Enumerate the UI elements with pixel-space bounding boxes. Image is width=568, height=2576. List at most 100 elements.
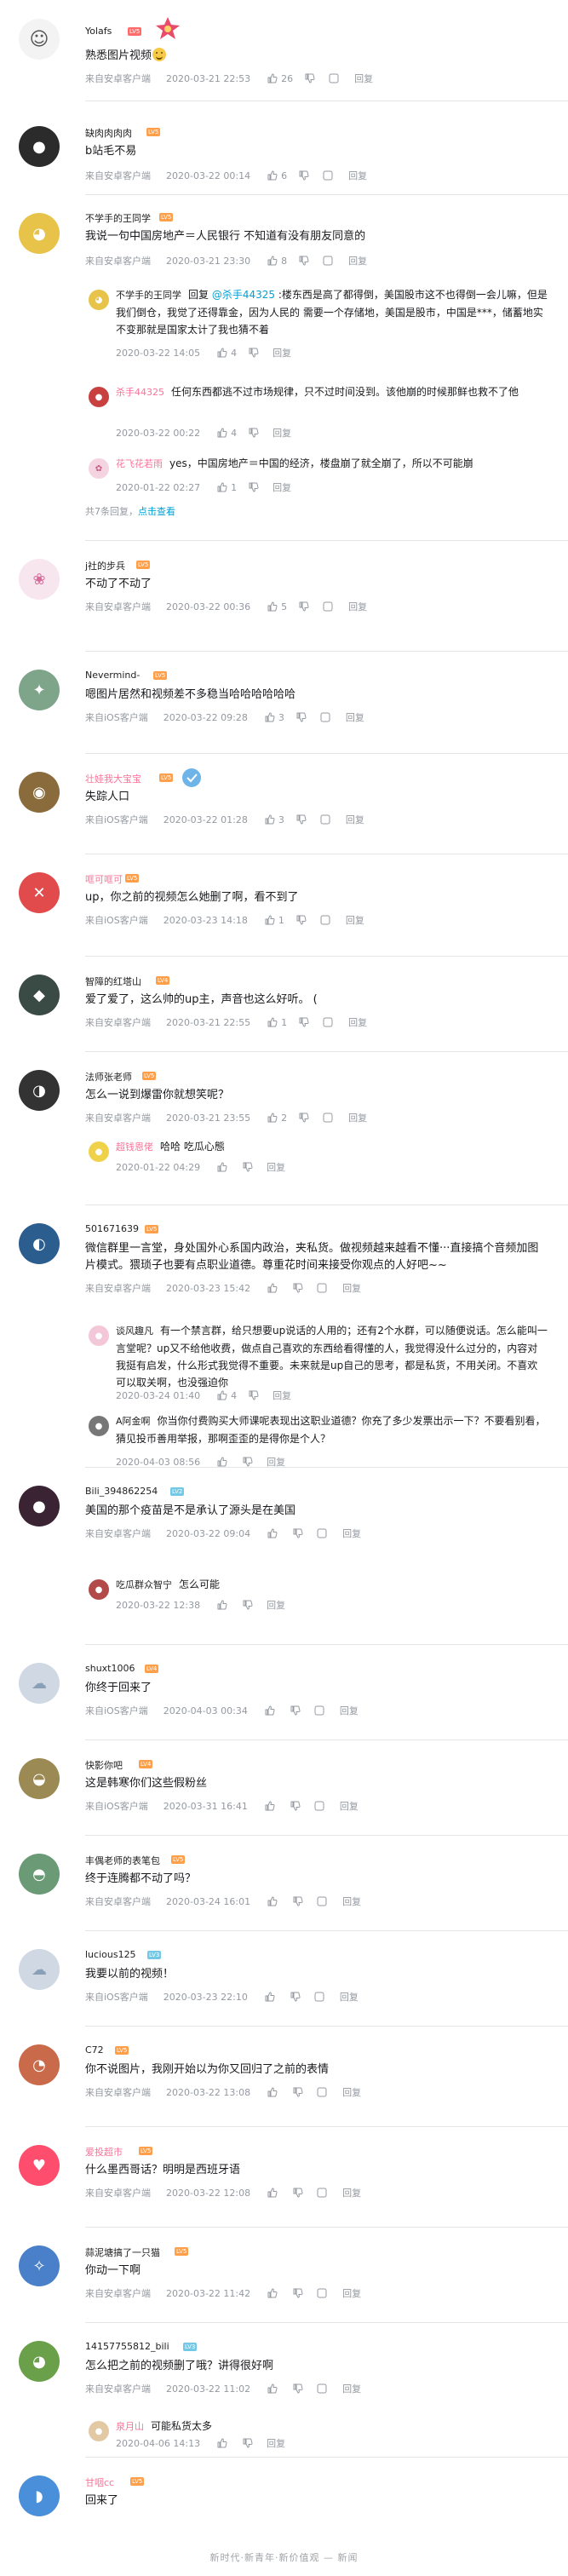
user-name[interactable]: Nevermind- — [85, 670, 140, 681]
user-name[interactable]: 14157755812_bili — [85, 2341, 169, 2352]
user-avatar[interactable]: ✧ — [19, 2245, 60, 2286]
dislike-button[interactable] — [296, 712, 307, 722]
reply-user-name[interactable]: 不学手的王同学 — [116, 290, 181, 301]
reply-button[interactable]: 回复 — [348, 169, 367, 182]
user-name[interactable]: 爱投超市 — [85, 2145, 123, 2159]
user-avatar[interactable]: ◗ — [19, 2475, 60, 2516]
user-name[interactable]: j社的步兵 — [85, 559, 125, 572]
share-button[interactable] — [323, 256, 333, 266]
dislike-button[interactable] — [243, 1162, 253, 1172]
reply-avatar[interactable]: ● — [89, 2421, 109, 2441]
reply-button[interactable]: 回复 — [348, 1015, 367, 1029]
dislike-button[interactable] — [296, 915, 307, 925]
user-name[interactable]: 法师张老师 — [85, 1070, 132, 1084]
user-avatar[interactable]: ✦ — [19, 670, 60, 710]
dislike-button[interactable] — [249, 428, 259, 438]
dislike-button[interactable] — [290, 1801, 301, 1811]
dislike-button[interactable] — [249, 348, 259, 358]
share-button[interactable] — [317, 2087, 327, 2097]
user-avatar[interactable]: ☁ — [19, 1663, 60, 1704]
reply-button[interactable]: 回复 — [267, 1160, 285, 1174]
reply-button[interactable]: 回复 — [342, 1527, 361, 1540]
reply-button[interactable]: 回复 — [342, 2286, 361, 2300]
like-button[interactable] — [265, 1801, 278, 1811]
share-button[interactable] — [314, 1992, 324, 2002]
user-name[interactable]: 蒜泥塘搞了一只猫 — [85, 2245, 160, 2259]
user-avatar[interactable]: ❀ — [19, 559, 60, 600]
like-button[interactable] — [267, 1896, 281, 1906]
dislike-button[interactable] — [293, 1283, 303, 1293]
reply-user-name[interactable]: 超钱恩佬 — [116, 1141, 153, 1153]
like-button[interactable]: 5 — [267, 601, 287, 612]
user-avatar[interactable]: ◐ — [19, 1223, 60, 1264]
user-name[interactable]: 壮娃我大宝宝 — [85, 772, 141, 785]
user-name[interactable]: 不学手的王同学 — [85, 211, 151, 225]
reply-button[interactable]: 回复 — [340, 1990, 359, 2004]
reply-button[interactable]: 回复 — [340, 1704, 359, 1717]
user-avatar[interactable]: ☁ — [19, 1949, 60, 1990]
user-avatar[interactable]: ◕ — [19, 2341, 60, 2382]
user-avatar[interactable]: ● — [19, 126, 60, 167]
reply-avatar[interactable]: ● — [89, 387, 109, 407]
user-avatar[interactable]: ◑ — [19, 1070, 60, 1111]
like-button[interactable] — [267, 1283, 281, 1293]
reply-button[interactable]: 回复 — [267, 2436, 285, 2450]
like-button[interactable]: 1 — [267, 1017, 287, 1028]
reply-button[interactable]: 回复 — [342, 1281, 361, 1295]
user-avatar[interactable]: ◓ — [19, 1854, 60, 1895]
dislike-button[interactable] — [293, 2383, 303, 2394]
like-button[interactable] — [217, 1162, 231, 1172]
like-button[interactable]: 8 — [267, 256, 287, 267]
reply-avatar[interactable]: ● — [89, 1416, 109, 1436]
reply-user-name[interactable]: 谈风趣凡 — [116, 1325, 153, 1337]
reply-button[interactable]: 回复 — [273, 346, 291, 359]
user-avatar[interactable]: ♥ — [19, 2145, 60, 2186]
reply-button[interactable]: 回复 — [346, 813, 364, 826]
like-button[interactable] — [267, 1528, 281, 1538]
user-avatar[interactable]: ◒ — [19, 1758, 60, 1799]
reply-user-name[interactable]: A阿金啊 — [116, 1416, 151, 1427]
dislike-button[interactable] — [293, 1896, 303, 1906]
like-button[interactable]: 3 — [265, 814, 284, 825]
reply-avatar[interactable]: ● — [89, 1141, 109, 1162]
share-button[interactable] — [317, 2383, 327, 2394]
user-name[interactable]: 缺肉肉肉肉 — [85, 126, 132, 140]
dislike-button[interactable] — [243, 1457, 253, 1467]
share-button[interactable] — [314, 1705, 324, 1716]
share-button[interactable] — [323, 1113, 333, 1123]
like-button[interactable] — [267, 2288, 281, 2298]
view-more-replies-link[interactable]: 点击查看 — [138, 506, 175, 517]
user-name[interactable]: 501671639 — [85, 1223, 139, 1234]
like-button[interactable]: 4 — [217, 348, 237, 359]
dislike-button[interactable] — [290, 1992, 301, 2002]
dislike-button[interactable] — [305, 73, 315, 83]
dislike-button[interactable] — [243, 2438, 253, 2448]
like-button[interactable]: 26 — [267, 73, 293, 84]
user-avatar[interactable]: ◕ — [19, 213, 60, 254]
reply-button[interactable]: 回复 — [273, 426, 291, 440]
like-button[interactable] — [217, 1600, 231, 1610]
like-button[interactable] — [267, 2087, 281, 2097]
share-button[interactable] — [317, 1896, 327, 1906]
share-button[interactable] — [323, 601, 333, 612]
user-avatar[interactable]: ◆ — [19, 975, 60, 1015]
share-button[interactable] — [323, 1017, 333, 1027]
dislike-button[interactable] — [293, 2288, 303, 2298]
like-button[interactable]: 3 — [265, 712, 284, 723]
reply-avatar[interactable]: ● — [89, 1325, 109, 1346]
user-name[interactable]: 哐可哐可 — [85, 872, 123, 886]
user-avatar[interactable]: ● — [19, 1486, 60, 1527]
like-button[interactable]: 4 — [217, 428, 237, 439]
reply-button[interactable]: 回复 — [342, 2085, 361, 2099]
like-button[interactable] — [217, 1457, 231, 1467]
like-button[interactable]: 4 — [217, 1390, 237, 1401]
dislike-button[interactable] — [299, 601, 309, 612]
user-name[interactable]: shuxt1006 — [85, 1663, 135, 1674]
user-name[interactable]: 丰偶老师的表笔包 — [85, 1854, 160, 1867]
reply-user-name[interactable]: 花飞花若雨 — [116, 458, 163, 469]
dislike-button[interactable] — [293, 2087, 303, 2097]
user-name[interactable]: C72 — [85, 2044, 104, 2056]
user-avatar[interactable]: ◔ — [19, 2044, 60, 2085]
user-name[interactable]: Yolafs — [85, 26, 112, 37]
like-button[interactable] — [267, 2188, 281, 2198]
